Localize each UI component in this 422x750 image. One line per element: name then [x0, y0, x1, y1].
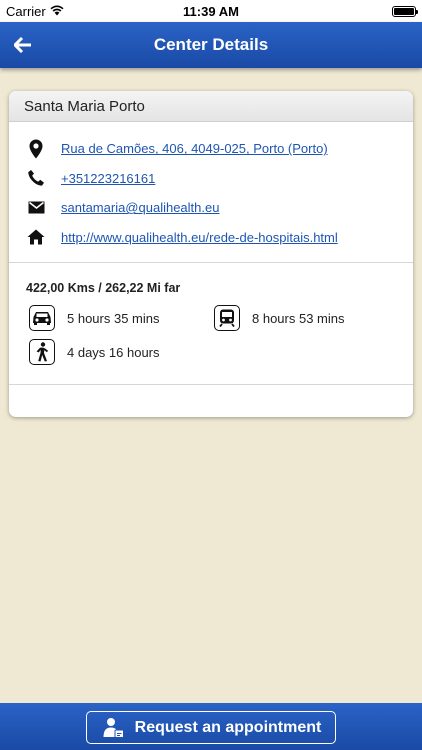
travel-walk: 4 days 16 hours: [29, 339, 160, 365]
location-pin-icon: [25, 138, 47, 160]
distance-label: 422,00 Kms / 262,22 Mi far: [26, 281, 181, 295]
envelope-icon: [25, 197, 47, 219]
battery-icon: [392, 5, 418, 17]
website-row: http://www.qualihealth.eu/rede-de-hospit…: [25, 223, 413, 253]
battery-level: [394, 7, 414, 15]
train-icon: [214, 305, 240, 331]
contact-list: Rua de Camões, 406, 4049-025, Porto (Por…: [9, 122, 413, 252]
doctor-icon: [101, 716, 125, 740]
address-link[interactable]: Rua de Camões, 406, 4049-025, Porto (Por…: [61, 141, 328, 156]
phone-link[interactable]: +351223216161: [61, 171, 155, 186]
center-card: Santa Maria Porto Rua de Camões, 406, 40…: [9, 91, 413, 417]
train-time: 8 hours 53 mins: [252, 310, 345, 326]
page-title: Center Details: [153, 35, 269, 54]
walk-time: 4 days 16 hours: [67, 344, 160, 360]
address-row: Rua de Camões, 406, 4049-025, Porto (Por…: [25, 134, 413, 164]
travel-train: 8 hours 53 mins: [214, 305, 345, 331]
car-time: 5 hours 35 mins: [67, 310, 160, 326]
arrow-left-icon: [14, 37, 31, 53]
phone-row: +351223216161: [25, 164, 413, 194]
request-appointment-button[interactable]: Request an appointment: [86, 711, 336, 744]
navigation-bar: Center Details: [0, 22, 422, 68]
card-header: Santa Maria Porto: [9, 91, 413, 122]
travel-car: 5 hours 35 mins: [29, 305, 160, 331]
phone-icon: [25, 167, 47, 189]
wifi-icon: [50, 4, 64, 19]
back-button[interactable]: [10, 32, 36, 58]
status-left: Carrier: [6, 4, 64, 19]
center-name: Santa Maria Porto: [24, 97, 145, 115]
appointment-label: Request an appointment: [134, 718, 322, 736]
home-icon: [25, 226, 47, 248]
carrier-label: Carrier: [6, 3, 46, 19]
website-link[interactable]: http://www.qualihealth.eu/rede-de-hospit…: [61, 230, 338, 245]
divider: [9, 384, 413, 385]
walking-person-icon: [29, 339, 55, 365]
status-bar: Carrier 11:39 AM: [0, 0, 422, 22]
car-icon: [29, 305, 55, 331]
email-link[interactable]: santamaria@qualihealth.eu: [61, 200, 219, 215]
bottom-bar: Request an appointment: [0, 703, 422, 750]
travel-times: 5 hours 35 mins 8 hours 53 mins 4 days 1…: [9, 295, 413, 365]
email-row: santamaria@qualihealth.eu: [25, 193, 413, 223]
